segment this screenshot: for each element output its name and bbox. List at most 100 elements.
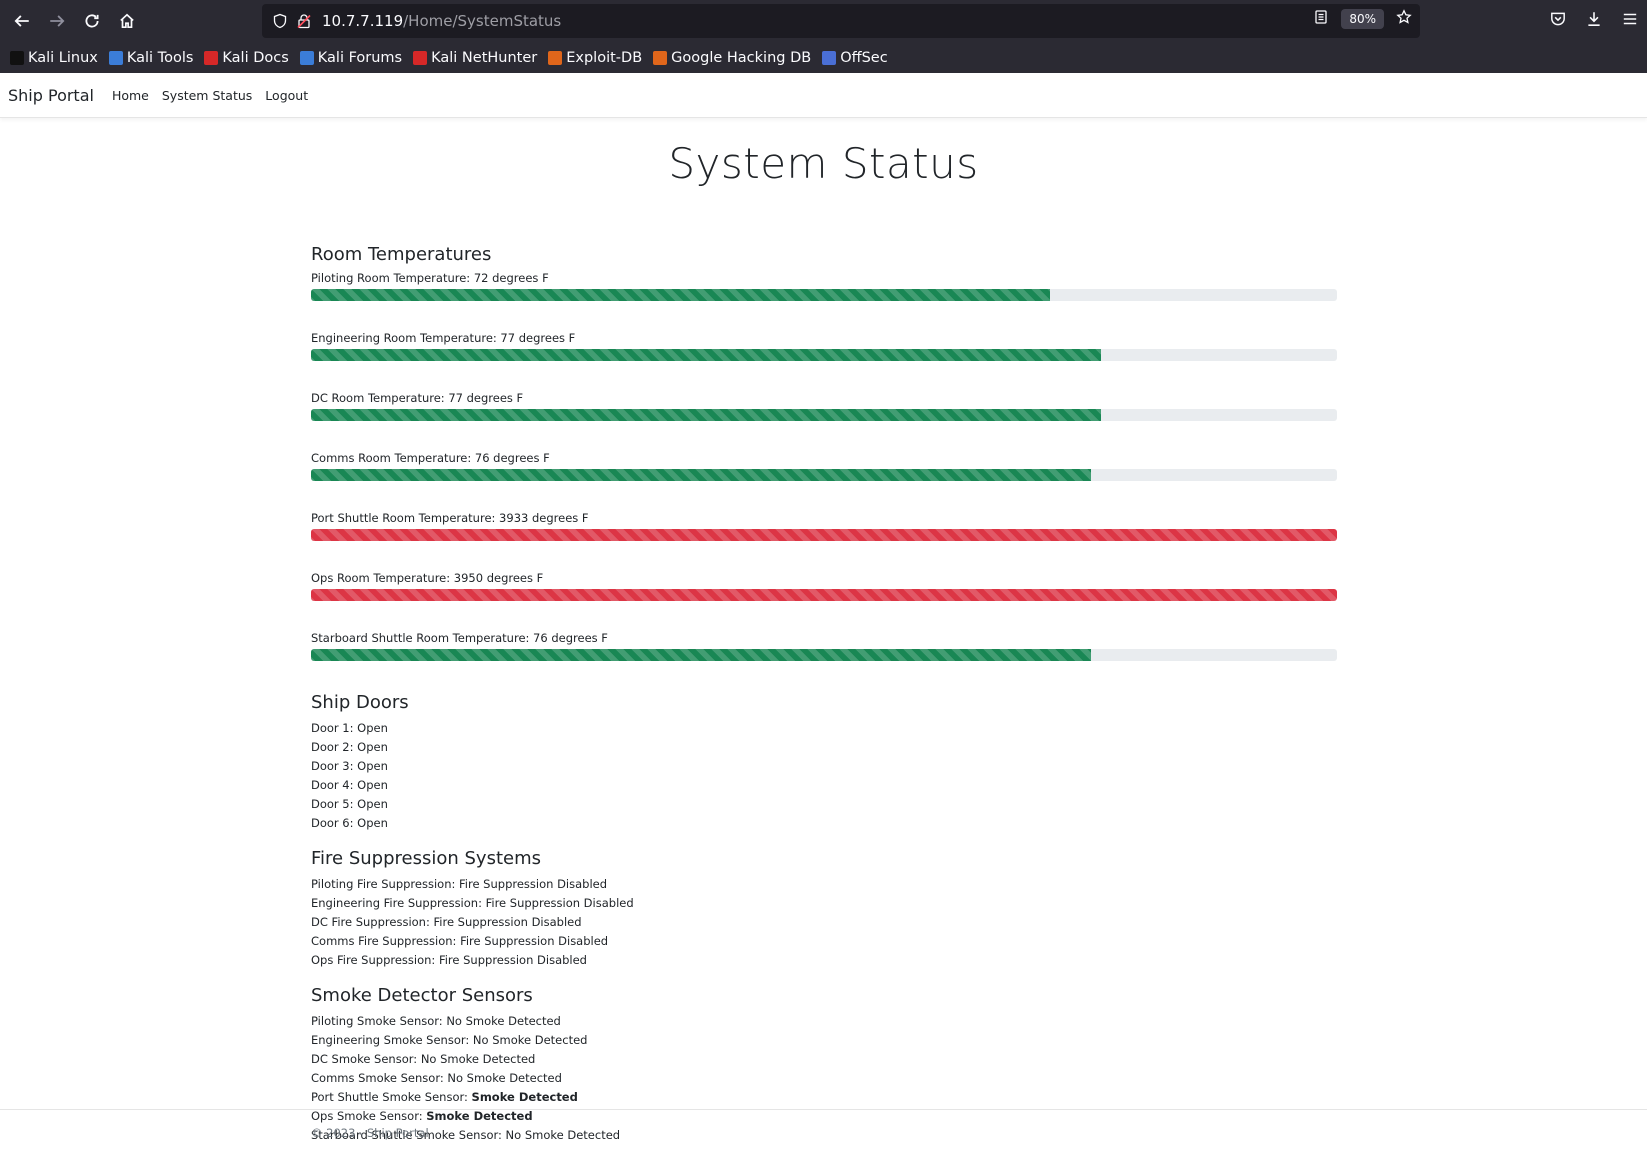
kali-nethunter-icon	[413, 50, 428, 65]
back-arrow-icon[interactable]	[10, 9, 34, 33]
main-content: System Status Room Temperatures Piloting…	[0, 134, 1647, 1142]
door-status: Door 5: Open	[311, 797, 388, 811]
status-content: Room Temperatures Piloting Room Temperat…	[311, 242, 1337, 1145]
bookmarks-bar: Kali Linux Kali Tools Kali Docs Kali Forums…	[0, 42, 1647, 73]
bookmark-item[interactable]: Google Hacking DB	[653, 50, 811, 66]
temperature-item: Ops Room Temperature: 3950 degrees F	[311, 570, 1337, 601]
temperature-progress-track	[311, 289, 1337, 301]
app-navbar: Ship Portal Home System Status Logout	[0, 73, 1647, 118]
temperature-label: Port Shuttle Room Temperature: 3933 degr…	[311, 511, 589, 525]
browser-chrome: 10.7.7.119/Home/SystemStatus 80% Kali Li…	[0, 0, 1647, 73]
door-status: Door 3: Open	[311, 759, 388, 773]
smoke-sensor-status: Piloting Smoke Sensor: No Smoke Detected	[311, 1012, 1337, 1031]
fire-suppression-status: Comms Fire Suppression: Fire Suppression…	[311, 934, 609, 948]
url-text[interactable]: 10.7.7.119/Home/SystemStatus	[322, 12, 561, 30]
door-status: Door 1: Open	[311, 721, 388, 735]
bookmark-label: Kali Forums	[317, 49, 403, 66]
temperature-progress-bar	[311, 529, 1337, 541]
browser-right-tools	[1549, 10, 1639, 32]
ghdb-icon	[653, 50, 668, 65]
bookmark-item[interactable]: OffSec	[822, 50, 888, 66]
smoke-sensor-status: Port Shuttle Smoke Sensor: Smoke Detecte…	[311, 1088, 1337, 1107]
smoke-sensor-value: No Smoke Detected	[446, 1014, 561, 1028]
smoke-detectors-title: Smoke Detector Sensors	[311, 985, 533, 1006]
brand-link[interactable]: Ship Portal	[8, 86, 94, 105]
temperature-progress-bar	[311, 649, 1091, 661]
door-status: Door 2: Open	[311, 740, 388, 754]
temperature-progress-bar	[311, 469, 1091, 481]
home-icon[interactable]	[115, 9, 139, 33]
bookmark-label: Kali NetHunter	[431, 49, 538, 66]
temperature-label: Engineering Room Temperature: 77 degrees…	[311, 331, 576, 345]
temperature-progress-track	[311, 529, 1337, 541]
pocket-icon[interactable]	[1549, 10, 1567, 32]
bookmark-label: Kali Docs	[222, 49, 289, 66]
doors-title: Ship Doors	[311, 692, 409, 713]
nav-link-logout[interactable]: Logout	[265, 88, 308, 103]
temperature-progress-track	[311, 469, 1337, 481]
fire-suppression-status: Ops Fire Suppression: Fire Suppression D…	[311, 953, 587, 967]
temperature-progress-bar	[311, 289, 1050, 301]
url-bar[interactable]: 10.7.7.119/Home/SystemStatus 80%	[262, 4, 1420, 38]
kali-dragon-icon	[10, 50, 24, 65]
door-status: Door 6: Open	[311, 816, 388, 830]
reader-view-icon[interactable]	[1313, 9, 1329, 29]
smoke-sensor-label: Comms Smoke Sensor:	[311, 1071, 448, 1085]
bookmark-label: Kali Linux	[28, 49, 98, 66]
temperature-item: Engineering Room Temperature: 77 degrees…	[311, 330, 1337, 361]
bookmark-star-icon[interactable]	[1396, 9, 1412, 29]
footer: © 2023 - Ship Portal	[0, 1109, 1647, 1156]
temperature-progress-bar	[311, 409, 1102, 421]
url-host: 10.7.7.119	[322, 12, 404, 30]
zoom-level-badge[interactable]: 80%	[1341, 9, 1384, 29]
temperature-progress-track	[311, 409, 1337, 421]
insecure-lock-icon[interactable]	[294, 11, 314, 31]
door-status: Door 4: Open	[311, 778, 388, 792]
bookmark-item[interactable]: Kali NetHunter	[413, 50, 537, 66]
bookmark-label: Kali Tools	[126, 49, 194, 66]
shield-icon[interactable]	[270, 11, 290, 31]
forward-arrow-icon[interactable]	[45, 9, 69, 33]
temperature-item: Port Shuttle Room Temperature: 3933 degr…	[311, 510, 1337, 541]
temperature-label: Starboard Shuttle Room Temperature: 76 d…	[311, 631, 608, 645]
temperature-item: Piloting Room Temperature: 72 degrees F	[311, 270, 1337, 301]
url-path: /Home/SystemStatus	[403, 12, 562, 30]
temperature-label: Ops Room Temperature: 3950 degrees F	[311, 571, 544, 585]
smoke-sensor-label: DC Smoke Sensor:	[311, 1052, 421, 1066]
nav-link-home[interactable]: Home	[112, 88, 149, 103]
doors-list: Door 1: Open Door 2: Open Door 3: Open Door…	[311, 719, 1337, 833]
temperature-item: Comms Room Temperature: 76 degrees F	[311, 450, 1337, 481]
smoke-sensor-value: No Smoke Detected	[420, 1052, 536, 1066]
fire-suppression-status: Piloting Fire Suppression: Fire Suppress…	[311, 877, 608, 891]
temperature-label: Piloting Room Temperature: 72 degrees F	[311, 271, 549, 285]
smoke-sensor-status: Comms Smoke Sensor: No Smoke Detected	[311, 1069, 1337, 1088]
bookmark-label: Exploit-DB	[566, 49, 643, 66]
temperature-label: Comms Room Temperature: 76 degrees F	[311, 451, 550, 465]
temperature-item: Starboard Shuttle Room Temperature: 76 d…	[311, 630, 1337, 661]
temperature-progress-track	[311, 649, 1337, 661]
fire-suppression-list: Piloting Fire Suppression: Fire Suppress…	[311, 875, 1337, 970]
reload-icon[interactable]	[80, 9, 104, 33]
hamburger-menu-icon[interactable]	[1621, 10, 1639, 32]
temperature-list: Piloting Room Temperature: 72 degrees F E…	[311, 270, 1337, 661]
smoke-sensor-label: Port Shuttle Smoke Sensor:	[311, 1090, 472, 1104]
bookmark-item[interactable]: Kali Forums	[299, 49, 403, 66]
offsec-icon	[822, 50, 837, 65]
temperature-progress-track	[311, 589, 1337, 601]
nav-link-system-status[interactable]: System Status	[162, 88, 252, 103]
fire-suppression-status: Engineering Fire Suppression: Fire Suppr…	[311, 896, 634, 910]
bookmark-item[interactable]: Kali Tools	[108, 49, 194, 66]
browser-toolbar: 10.7.7.119/Home/SystemStatus 80%	[0, 0, 1647, 42]
bookmark-label: Google Hacking DB	[671, 49, 812, 66]
temperature-progress-bar	[311, 349, 1102, 361]
exploit-db-icon	[548, 50, 563, 65]
bookmark-item[interactable]: Exploit-DB	[548, 50, 642, 66]
downloads-icon[interactable]	[1585, 10, 1603, 32]
temperature-label: DC Room Temperature: 77 degrees F	[311, 391, 524, 405]
temperatures-title: Room Temperatures	[311, 244, 492, 265]
smoke-sensor-label: Engineering Smoke Sensor:	[311, 1033, 473, 1047]
bookmark-item[interactable]: Kali Docs	[204, 49, 289, 66]
kali-tools-icon	[108, 50, 123, 65]
bookmark-label: OffSec	[840, 49, 888, 66]
bookmark-item[interactable]: Kali Linux	[10, 50, 98, 66]
